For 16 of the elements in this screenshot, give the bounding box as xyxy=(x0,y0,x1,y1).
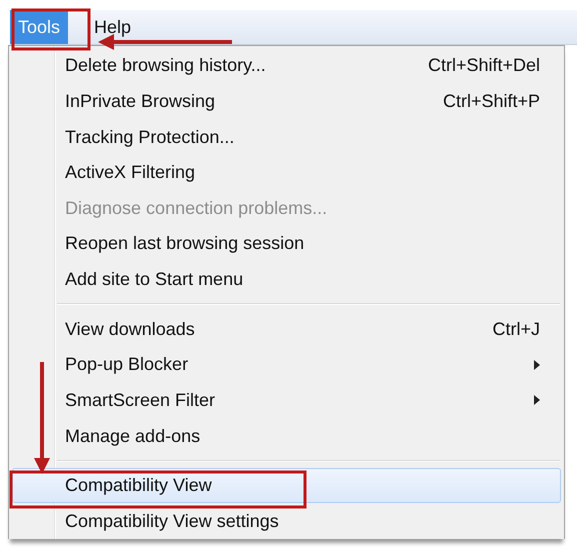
menu-item[interactable]: Reopen last browsing session xyxy=(12,226,561,262)
menu-item[interactable]: Pop-up Blocker xyxy=(12,346,561,383)
menu-item[interactable]: Manage add-ons xyxy=(12,418,561,454)
menu-item[interactable]: SmartScreen Filter xyxy=(12,382,561,418)
menu-item[interactable]: Add site to Start menu xyxy=(12,262,561,298)
menu-title[interactable]: Help xyxy=(86,10,140,44)
menu-item[interactable]: Delete browsing history... Ctrl+Shift+Del xyxy=(12,48,561,84)
shortcut-text: Ctrl+J xyxy=(492,318,540,340)
shortcut-text: Ctrl+Shift+P xyxy=(442,90,540,112)
menu-item[interactable]: View downloads Ctrl+J xyxy=(12,311,561,347)
menu-item[interactable]: ActiveX Filtering xyxy=(12,154,561,190)
menu-item[interactable]: Tracking Protection... xyxy=(12,119,561,155)
shortcut-text: Ctrl+Shift+Del xyxy=(428,55,540,76)
menu-item[interactable]: InPrivate Browsing Ctrl+Shift+P xyxy=(12,84,561,120)
menu-item[interactable]: Compatibility View settings xyxy=(12,503,561,539)
menu-item[interactable]: Compatibility View xyxy=(12,468,561,504)
